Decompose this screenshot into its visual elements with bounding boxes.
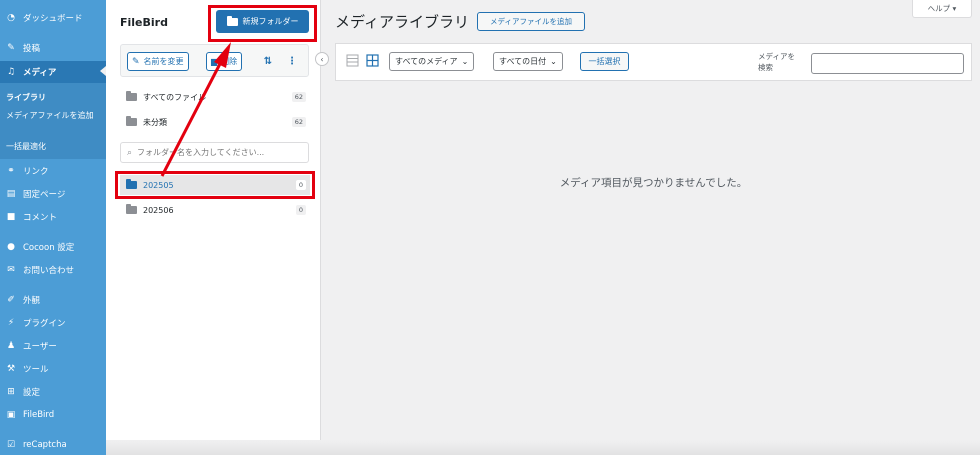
submenu-library[interactable]: ライブラリ (6, 92, 102, 103)
folder-item-202506[interactable]: 202506 0 (120, 200, 310, 220)
sidebar-item-label: 設定 (23, 388, 41, 398)
delete-button[interactable]: ▆ 削除 (206, 52, 243, 71)
folder-count: 62 (291, 92, 306, 102)
sidebar-item-label: FileBird (23, 410, 55, 420)
more-options-icon[interactable]: ⋮ (285, 54, 299, 68)
chevron-left-icon: ‹ (320, 54, 324, 64)
sidebar-item-filebird[interactable]: ▣ FileBird (0, 405, 106, 425)
folder-search[interactable]: ⌕ (120, 142, 309, 163)
add-media-button[interactable]: メディアファイルを追加 (477, 12, 585, 31)
user-icon: ♟ (6, 341, 16, 351)
sidebar-item-label: お問い合わせ (23, 266, 75, 276)
sort-icon[interactable]: ⇅ (261, 54, 275, 68)
sidebar-item-appearance[interactable]: ✐ 外観 (0, 290, 106, 310)
edit-folder-icon: ✎ (132, 56, 140, 67)
sidebar-item-label: コメント (23, 213, 58, 223)
sidebar-item-links[interactable]: ⚭ リンク (0, 161, 106, 181)
filebird-panel: FileBird 新規フォルダー ✎ 名前を変更 ▆ 削除 ⇅ ⋮ すべてのファ… (106, 0, 321, 455)
sidebar-item-label: 投稿 (23, 44, 41, 54)
folder-uncategorized[interactable]: 未分類 62 (120, 112, 310, 132)
sidebar-item-media[interactable]: ♫ メディア (0, 61, 106, 83)
trash-icon: ▆ (211, 57, 218, 66)
sidebar-item-label: ユーザー (23, 342, 57, 352)
sidebar-item-label: 固定ページ (23, 190, 66, 200)
sidebar-item-tools[interactable]: ⚒ ツール (0, 359, 106, 379)
folder-label: 202506 (143, 205, 174, 215)
help-tab[interactable]: ヘルプ ▾ (912, 0, 972, 18)
sidebar-item-label: メディア (23, 68, 57, 78)
sidebar-item-label: reCaptcha (23, 440, 67, 450)
sidebar-item-label: ダッシュボード (23, 14, 83, 24)
sidebar-item-settings[interactable]: ⊞ 設定 (0, 382, 106, 402)
sidebar-item-plugins[interactable]: ⚡ プラグイン (0, 313, 106, 333)
delete-label: 削除 (221, 57, 238, 66)
filebird-title: FileBird (120, 16, 168, 29)
sidebar-item-cocoon[interactable]: ● Cocoon 設定 (0, 237, 106, 257)
submenu-add-new[interactable]: メディアファイルを追加 (6, 110, 102, 121)
folder-icon (126, 204, 137, 214)
annotation-highlight-folder-202505 (115, 171, 315, 199)
settings-icon: ⊞ (7, 387, 15, 397)
folder-all-files[interactable]: すべてのファイル 62 (120, 87, 310, 107)
grid-view-icon[interactable] (366, 54, 379, 67)
sidebar-item-pages[interactable]: ▤ 固定ページ (0, 184, 106, 204)
date-filter[interactable]: すべての日付 ⌄ (493, 52, 563, 71)
media-icon: ♫ (6, 67, 16, 77)
filebird-icon: ▣ (6, 410, 16, 420)
bottom-shadow (106, 440, 980, 455)
sidebar-item-label: ツール (23, 365, 49, 375)
rename-label: 名前を変更 (143, 57, 184, 66)
bulk-select-button[interactable]: 一括選択 (580, 52, 629, 71)
pin-icon: ✎ (7, 43, 15, 53)
chevron-down-icon: ⌄ (461, 57, 469, 66)
date-filter-value: すべての日付 (499, 57, 547, 66)
media-submenu: ライブラリ メディアファイルを追加 一括最適化 (0, 83, 106, 159)
rename-button[interactable]: ✎ 名前を変更 (127, 52, 189, 71)
folder-label: すべてのファイル (143, 92, 207, 102)
folder-icon (126, 91, 137, 101)
sidebar-item-contact[interactable]: ✉ お問い合わせ (0, 260, 106, 280)
dashboard-icon: ◔ (7, 13, 15, 23)
folder-search-icon: ⌕ (127, 147, 133, 158)
folder-search-input[interactable] (137, 148, 298, 157)
media-type-value: すべてのメディア (395, 57, 458, 66)
media-type-filter[interactable]: すべてのメディア ⌄ (389, 52, 475, 71)
sidebar-item-label: リンク (23, 167, 49, 177)
sidebar-item-recaptcha[interactable]: ☑ reCaptcha (0, 435, 106, 455)
sidebar-item-label: Cocoon 設定 (23, 243, 75, 253)
brush-icon: ✐ (7, 295, 15, 305)
sidebar-item-posts[interactable]: ✎ 投稿 (0, 38, 106, 58)
link-icon: ⚭ (7, 166, 15, 176)
list-view-icon[interactable] (346, 54, 359, 67)
plug-icon: ⚡ (7, 318, 15, 328)
circle-icon: ● (7, 242, 15, 252)
media-search-input[interactable] (811, 53, 964, 74)
submenu-optimize[interactable]: 一括最適化 (6, 141, 102, 152)
folder-label: 未分類 (143, 117, 167, 127)
check-icon: ☑ (6, 440, 16, 450)
page-icon: ▤ (6, 189, 16, 199)
chevron-down-icon: ⌄ (550, 57, 557, 66)
mail-icon: ✉ (7, 265, 15, 275)
comment-icon: ■ (6, 212, 16, 222)
sidebar-item-dashboard[interactable]: ◔ ダッシュボード (0, 8, 106, 28)
sidebar-item-label: 外観 (23, 296, 41, 306)
media-search-label: メディアを検索 (758, 52, 795, 72)
sidebar-item-users[interactable]: ♟ ユーザー (0, 336, 106, 356)
folder-icon (126, 116, 137, 126)
annotation-highlight-new-folder (208, 5, 317, 42)
sidebar-item-label: プラグイン (23, 319, 66, 329)
sidebar-item-comments[interactable]: ■ コメント (0, 207, 106, 227)
folder-count: 0 (295, 205, 306, 215)
admin-sidebar: ◔ ダッシュボード ✎ 投稿 ♫ メディア ライブラリ メディアファイルを追加 … (0, 0, 106, 455)
page-title: メディアライブラリ (335, 13, 469, 31)
folder-toolbar: ✎ 名前を変更 ▆ 削除 ⇅ ⋮ (120, 44, 309, 77)
empty-media-message: メディア項目が見つかりませんでした。 (559, 177, 748, 189)
media-toolbar: すべてのメディア ⌄ すべての日付 ⌄ 一括選択 メディアを検索 (335, 43, 972, 81)
folder-count: 62 (291, 117, 306, 127)
wrench-icon: ⚒ (6, 364, 16, 374)
collapse-panel-button[interactable]: ‹ (315, 52, 329, 66)
